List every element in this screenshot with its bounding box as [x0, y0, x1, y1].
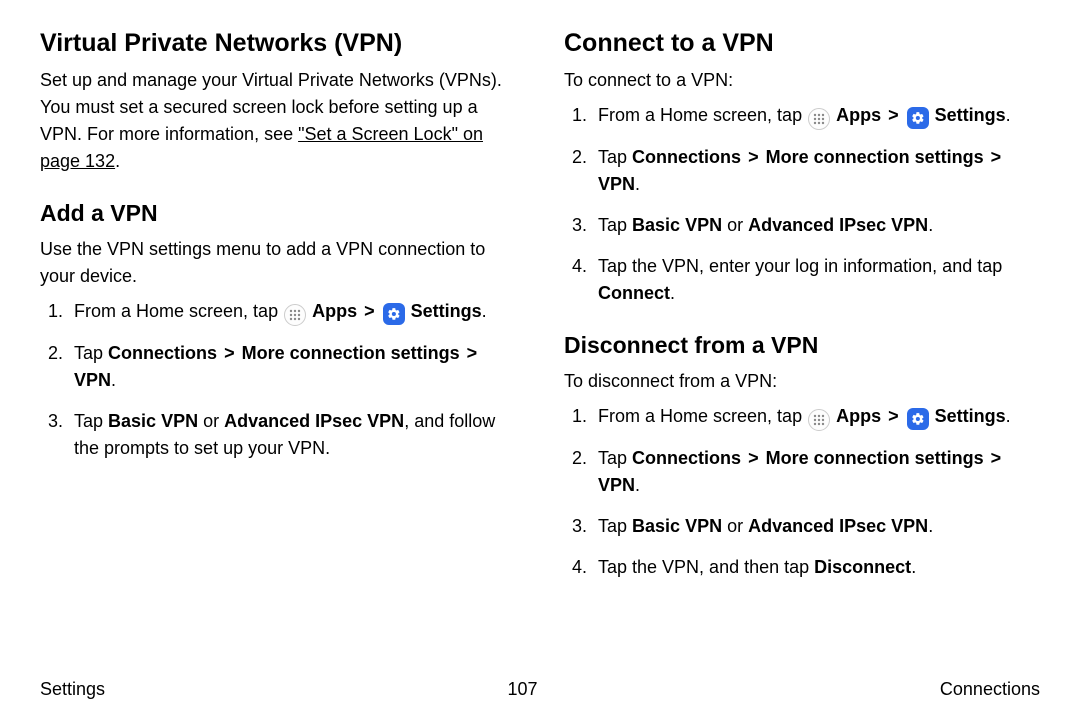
- apps-label: Apps: [836, 406, 881, 426]
- list-item: Tap Connections > More connection settin…: [592, 144, 1040, 198]
- page-footer: Settings 107 Connections: [40, 679, 1040, 700]
- settings-label: Settings: [935, 105, 1006, 125]
- connect-intro: To connect to a VPN:: [564, 67, 1040, 94]
- settings-label: Settings: [411, 301, 482, 321]
- chevron-icon: >: [362, 301, 377, 321]
- heading-connect-vpn: Connect to a VPN: [564, 28, 1040, 59]
- list-item: From a Home screen, tap Apps > Settings.: [592, 403, 1040, 431]
- chevron-icon: >: [746, 147, 761, 167]
- list-item: Tap Basic VPN or Advanced IPsec VPN.: [592, 513, 1040, 540]
- page-number: 107: [507, 679, 537, 700]
- left-column: Virtual Private Networks (VPN) Set up an…: [40, 28, 516, 668]
- apps-label: Apps: [312, 301, 357, 321]
- list-item: Tap Connections > More connection settin…: [592, 445, 1040, 499]
- settings-label: Settings: [935, 406, 1006, 426]
- right-column: Connect to a VPN To connect to a VPN: Fr…: [564, 28, 1040, 668]
- intro-paragraph: Set up and manage your Virtual Private N…: [40, 67, 516, 175]
- chevron-icon: >: [746, 448, 761, 468]
- add-intro: Use the VPN settings menu to add a VPN c…: [40, 236, 516, 290]
- settings-icon: [907, 408, 929, 430]
- chevron-icon: >: [989, 448, 1004, 468]
- apps-icon: [808, 409, 830, 431]
- connect-steps: From a Home screen, tap Apps > Settings.…: [564, 102, 1040, 307]
- apps-icon: [284, 304, 306, 326]
- disconnect-steps: From a Home screen, tap Apps > Settings.…: [564, 403, 1040, 581]
- intro-post: .: [115, 151, 120, 171]
- list-item: Tap the VPN, and then tap Disconnect.: [592, 554, 1040, 581]
- settings-icon: [383, 303, 405, 325]
- chevron-icon: >: [465, 343, 480, 363]
- apps-label: Apps: [836, 105, 881, 125]
- list-item: Tap the VPN, enter your log in informati…: [592, 253, 1040, 307]
- heading-disconnect-vpn: Disconnect from a VPN: [564, 331, 1040, 360]
- list-item: Tap Basic VPN or Advanced IPsec VPN, and…: [68, 408, 516, 462]
- list-item: From a Home screen, tap Apps > Settings.: [592, 102, 1040, 130]
- chevron-icon: >: [989, 147, 1004, 167]
- add-vpn-steps: From a Home screen, tap Apps > Settings.…: [40, 298, 516, 462]
- settings-icon: [907, 107, 929, 129]
- apps-icon: [808, 108, 830, 130]
- heading-vpn: Virtual Private Networks (VPN): [40, 28, 516, 59]
- chevron-icon: >: [886, 406, 901, 426]
- chevron-icon: >: [886, 105, 901, 125]
- list-item: Tap Connections > More connection settin…: [68, 340, 516, 394]
- footer-left: Settings: [40, 679, 105, 700]
- heading-add-vpn: Add a VPN: [40, 199, 516, 228]
- footer-right: Connections: [940, 679, 1040, 700]
- list-item: Tap Basic VPN or Advanced IPsec VPN.: [592, 212, 1040, 239]
- disconnect-intro: To disconnect from a VPN:: [564, 368, 1040, 395]
- chevron-icon: >: [222, 343, 237, 363]
- list-item: From a Home screen, tap Apps > Settings.: [68, 298, 516, 326]
